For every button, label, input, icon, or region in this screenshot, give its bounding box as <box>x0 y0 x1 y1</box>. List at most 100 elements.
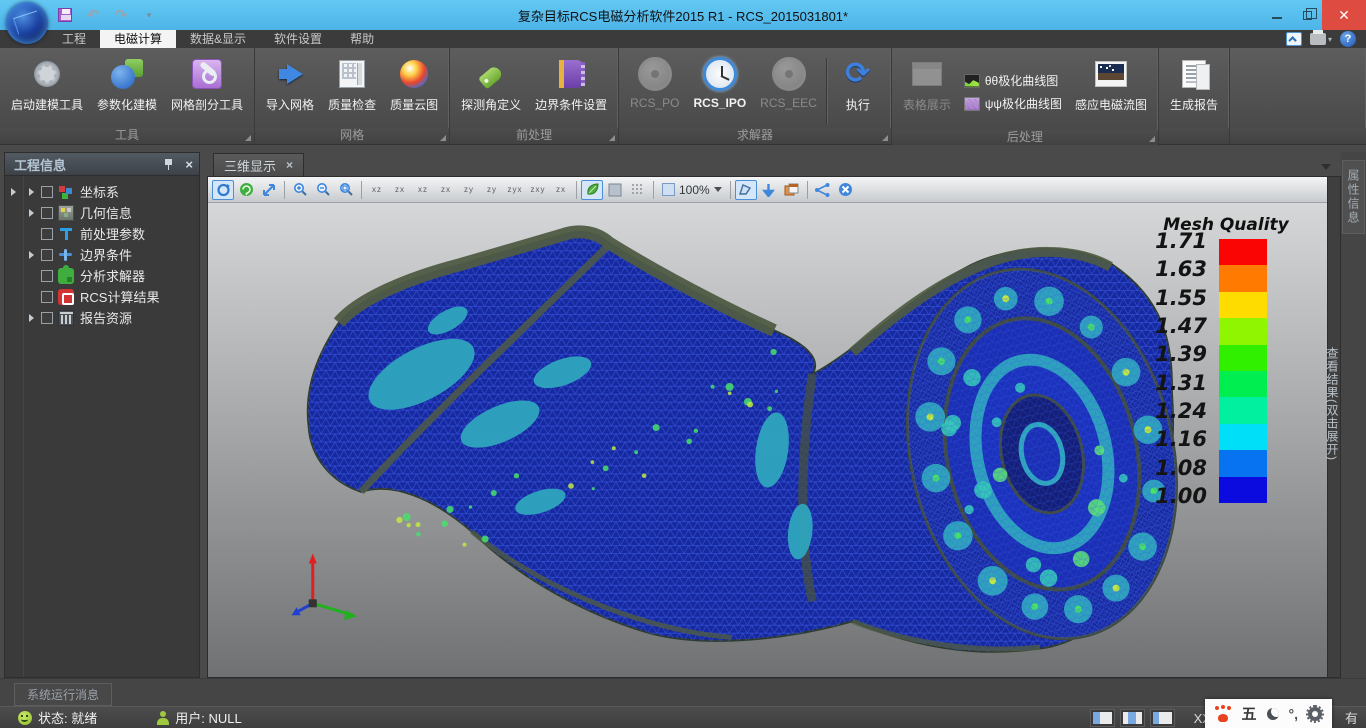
view-iso1-button[interactable]: zyx <box>504 180 526 200</box>
group-expand-icon[interactable] <box>609 135 615 141</box>
parametric-modeling-button[interactable]: 参数化建模 <box>90 54 164 113</box>
ime-settings-gear-icon[interactable] <box>1308 707 1322 721</box>
panel-close-button[interactable]: × <box>185 158 193 171</box>
view-iso2-button[interactable]: zxy <box>527 180 549 200</box>
cancel-operation-button[interactable] <box>835 180 857 200</box>
app-logo[interactable] <box>6 2 48 44</box>
checkbox[interactable] <box>41 228 53 240</box>
group-expand-icon[interactable] <box>1149 136 1155 142</box>
rcs-result-icon <box>58 289 74 305</box>
tree-item-geometry-info[interactable]: 几何信息 <box>5 202 199 223</box>
boundary-condition-button[interactable]: 边界条件设置 <box>528 54 614 113</box>
view-zx-button[interactable]: zx <box>389 180 411 200</box>
render-canvas[interactable]: Mesh Quality 1.711.63 1.551.47 1.391.31 … <box>208 203 1327 677</box>
spin-view-button[interactable] <box>235 180 257 200</box>
layout-left-panel-button[interactable] <box>1090 709 1115 727</box>
view-zy-button[interactable]: zy <box>458 180 480 200</box>
moon-icon[interactable] <box>1267 708 1279 720</box>
group-expand-icon[interactable] <box>882 135 888 141</box>
zoom-in-button[interactable] <box>289 180 311 200</box>
pin-icon[interactable] <box>165 158 173 170</box>
orbit-rotate-button[interactable] <box>212 180 234 200</box>
tree-item-report-resources[interactable]: 报告资源 <box>5 307 199 328</box>
view-xz-button[interactable]: xz <box>366 180 388 200</box>
tree-item-boundary-conditions[interactable]: 边界条件 <box>5 244 199 265</box>
view-xz2-button[interactable]: xz <box>412 180 434 200</box>
tab-list-dropdown-icon[interactable] <box>1321 164 1331 170</box>
menu-tab-em-compute[interactable]: 电磁计算 <box>100 30 176 48</box>
shaded-render-button[interactable] <box>581 180 603 200</box>
import-mesh-button[interactable]: 导入网格 <box>259 54 321 113</box>
restore-button[interactable] <box>1292 0 1322 30</box>
expander-icon[interactable] <box>29 314 34 322</box>
tab-properties-info[interactable]: 属性信息 <box>1342 160 1365 234</box>
view-zy2-button[interactable]: zy <box>481 180 503 200</box>
arrow-down-button[interactable] <box>758 180 780 200</box>
close-button[interactable]: ✕ <box>1322 0 1366 30</box>
expander-icon[interactable] <box>29 188 34 196</box>
collapse-ribbon-button[interactable] <box>1286 32 1302 46</box>
region-select-button[interactable] <box>735 180 757 200</box>
viewport-region: 三维显示 × <box>207 152 1341 678</box>
expander-icon[interactable] <box>29 209 34 217</box>
rcs-eec-button[interactable]: RCS_EEC <box>753 54 824 110</box>
pan-button[interactable] <box>258 180 280 200</box>
detect-angle-button[interactable]: 探测角定义 <box>454 54 528 113</box>
checkbox[interactable] <box>41 207 53 219</box>
rcs-ipo-button[interactable]: RCS_IPO <box>686 54 753 110</box>
checkbox[interactable] <box>41 291 53 303</box>
expander-icon[interactable] <box>29 251 34 259</box>
results-panel-label[interactable]: 查看结果(双击展开) <box>1328 347 1341 461</box>
group-expand-icon[interactable] <box>245 135 251 141</box>
checkbox[interactable] <box>41 270 53 282</box>
tree-item-rcs-results[interactable]: RCS计算结果 <box>5 286 199 307</box>
tab-close-icon[interactable]: × <box>286 158 293 172</box>
zoom-level-control[interactable]: 100% <box>658 183 726 197</box>
checkbox[interactable] <box>41 312 53 324</box>
menu-tab-project[interactable]: 工程 <box>48 30 100 48</box>
launch-modeling-tool-button[interactable]: 启动建模工具 <box>4 54 90 113</box>
share-link-button[interactable] <box>812 180 834 200</box>
checkbox[interactable] <box>41 186 53 198</box>
rcs-po-button[interactable]: RCS_PO <box>623 54 686 110</box>
theta-polarization-curve-button[interactable]: θθ极化曲线图 <box>964 72 1062 89</box>
quality-cloudmap-button[interactable]: 质量云图 <box>383 54 445 113</box>
ime-punctuation-toggle[interactable]: °, <box>1289 706 1299 722</box>
tree-item-coordinate-system[interactable]: 坐标系 <box>5 181 199 202</box>
execute-button[interactable]: ⟳ 执行 <box>829 54 887 113</box>
ime-wubi-mode[interactable]: 五 <box>1241 703 1256 724</box>
view-zx2-button[interactable]: zx <box>435 180 457 200</box>
tab-3d-display[interactable]: 三维显示 × <box>213 153 304 176</box>
zoom-out-button[interactable] <box>312 180 334 200</box>
help-button[interactable]: ? <box>1340 31 1356 47</box>
menu-tab-settings[interactable]: 软件设置 <box>260 30 336 48</box>
zoom-extents-button[interactable] <box>335 180 357 200</box>
viewport-toolbar: xz zx xz zx zy zy zyx zxy zx <box>208 177 1327 203</box>
gutter-expand-icon[interactable] <box>11 188 16 196</box>
wireframe-render-button[interactable] <box>627 180 649 200</box>
quality-check-button[interactable]: 质量检查 <box>321 54 383 113</box>
menu-tab-help[interactable]: 帮助 <box>336 30 388 48</box>
menu-tab-data-display[interactable]: 数据&显示 <box>176 30 260 48</box>
tree-item-preprocess-params[interactable]: 前处理参数 <box>5 223 199 244</box>
layout-center-panel-button[interactable] <box>1120 709 1145 727</box>
ime-logo-paw-icon[interactable] <box>1215 706 1231 722</box>
psi-polarization-curve-button[interactable]: ψψ极化曲线图 <box>964 95 1062 112</box>
flat-render-button[interactable] <box>604 180 626 200</box>
view-iso3-button[interactable]: zx <box>550 180 572 200</box>
cascade-windows-button[interactable] <box>781 180 803 200</box>
layout-split-panel-button[interactable] <box>1150 709 1175 727</box>
print-button[interactable]: ▾ <box>1310 33 1332 45</box>
results-collapsed-panel[interactable]: 查看结果(双击展开) <box>1327 177 1340 677</box>
table-display-button[interactable]: 表格展示 <box>896 54 958 113</box>
tree-item-analysis-solver[interactable]: 分析求解器 <box>5 265 199 286</box>
share-icon <box>815 183 830 197</box>
checkbox[interactable] <box>41 249 53 261</box>
book-icon <box>559 60 583 88</box>
minimize-button[interactable] <box>1262 0 1292 30</box>
group-expand-icon[interactable] <box>440 135 446 141</box>
mesh-partition-tool-button[interactable]: 网格剖分工具 <box>164 54 250 113</box>
generate-report-button[interactable]: 生成报告 <box>1163 54 1225 113</box>
induced-current-map-button[interactable]: 感应电磁流图 <box>1068 54 1154 113</box>
system-message-tab[interactable]: 系统运行消息 <box>14 683 112 706</box>
